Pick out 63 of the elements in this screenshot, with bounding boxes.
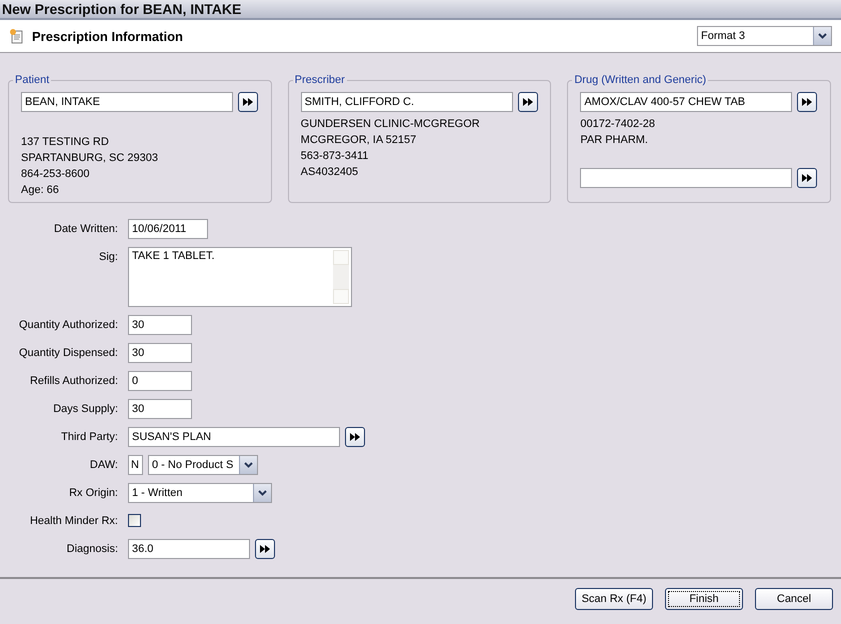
- chevron-down-icon: [244, 462, 253, 468]
- chevron-down-icon: [258, 490, 267, 496]
- group-title: Prescriber: [294, 74, 346, 86]
- field-label: Quantity Dispensed:: [18, 346, 118, 361]
- window-title: New Prescription for BEAN, INTAKE: [0, 0, 841, 20]
- info-text: PAR PHARM.: [580, 133, 649, 148]
- daw-dropdown[interactable]: 0 - No Product S: [148, 455, 258, 475]
- input-field[interactable]: 30: [128, 399, 192, 419]
- double-arrow-icon: [350, 433, 360, 441]
- origin-dropdown[interactable]: 1 - Written: [128, 483, 272, 503]
- field-label: Refills Authorized:: [28, 374, 118, 389]
- group-title: Drug (Written and Generic): [573, 74, 708, 86]
- document-icon: [8, 28, 24, 44]
- dialog-button[interactable]: Cancel: [755, 588, 833, 610]
- field-label: Days Supply:: [52, 402, 118, 417]
- dialog-button[interactable]: Scan Rx (F4): [575, 588, 653, 610]
- info-text: 00172-7402-28: [580, 117, 656, 132]
- double-arrow-icon: [802, 174, 812, 182]
- field-label: Date Written:: [53, 222, 118, 237]
- input-field[interactable]: SUSAN'S PLAN: [128, 427, 340, 447]
- field-label: Diagnosis:: [66, 542, 118, 557]
- chevron-down-icon: [818, 33, 827, 39]
- lookup-button[interactable]: [238, 92, 258, 112]
- input-field[interactable]: AMOX/CLAV 400-57 CHEW TAB: [580, 92, 792, 112]
- lookup-button[interactable]: [345, 427, 365, 447]
- double-arrow-icon: [802, 98, 812, 106]
- info-text: GUNDERSEN CLINIC-MCGREGOR: [300, 117, 481, 132]
- input-field[interactable]: SMITH, CLIFFORD C.: [300, 92, 513, 112]
- field-label: Quantity Authorized:: [18, 318, 118, 333]
- double-arrow-icon: [260, 545, 270, 553]
- info-text: 563-873-3411: [300, 149, 370, 164]
- field-label: Health Minder Rx:: [28, 514, 118, 529]
- info-text: SPARTANBURG, SC 29303: [21, 151, 159, 166]
- lookup-button[interactable]: [797, 168, 818, 188]
- info-text: AS4032405: [300, 165, 360, 180]
- double-arrow-icon: [522, 98, 533, 106]
- lookup-button[interactable]: [255, 539, 275, 559]
- field-label: Sig:: [98, 250, 118, 265]
- format-dropdown[interactable]: Format 3: [697, 26, 832, 46]
- input-field[interactable]: 10/06/2011: [128, 219, 208, 239]
- input-field[interactable]: 0: [128, 371, 192, 391]
- input-field[interactable]: [580, 168, 792, 188]
- field-label: DAW:: [88, 458, 118, 473]
- info-text: 137 TESTING RD: [21, 135, 110, 150]
- info-text: Age: 66: [21, 183, 60, 198]
- sig-field[interactable]: TAKE 1 TABLET.: [128, 247, 352, 307]
- field-label: Rx Origin:: [68, 486, 118, 501]
- input-field[interactable]: 30: [128, 315, 192, 335]
- double-arrow-icon: [243, 98, 253, 106]
- group-title: Patient: [14, 74, 50, 86]
- dialog-button[interactable]: Finish: [665, 588, 743, 610]
- info-text: 864-253-8600: [21, 167, 91, 182]
- scrollbar: [333, 250, 349, 304]
- input-field[interactable]: 36.0: [128, 539, 250, 559]
- input-field[interactable]: 30: [128, 343, 192, 363]
- info-text: MCGREGOR, IA 52157: [300, 133, 418, 148]
- code-field[interactable]: N: [128, 455, 143, 475]
- lookup-button[interactable]: [797, 92, 818, 112]
- lookup-button[interactable]: [518, 92, 538, 112]
- checkbox[interactable]: [128, 514, 141, 527]
- field-label: Third Party:: [60, 430, 118, 445]
- section-title: Prescription Information: [32, 28, 184, 44]
- input-field[interactable]: BEAN, INTAKE: [21, 92, 233, 112]
